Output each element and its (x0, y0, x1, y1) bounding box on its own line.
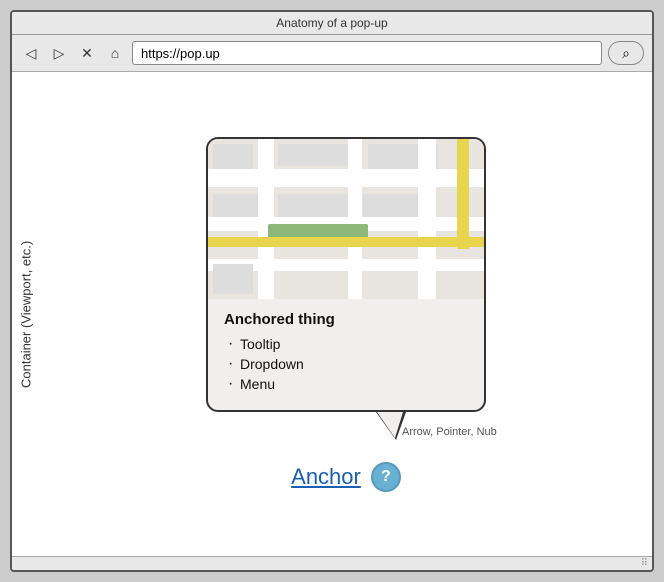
browser-titlebar: Anatomy of a pop-up (12, 12, 652, 35)
map-block (278, 144, 358, 166)
list-item: Tooltip (224, 334, 468, 354)
back-button[interactable]: ◁ (20, 42, 42, 64)
popup-list: Tooltip Dropdown Menu (224, 334, 468, 394)
popup-body: Anchored thing Tooltip Dropdown Menu (208, 299, 484, 410)
anchor-row: Anchor ? (291, 462, 401, 492)
anchor-link[interactable]: Anchor (291, 464, 361, 490)
map-yellow-road (208, 237, 484, 247)
home-button[interactable]: ⌂ (104, 42, 126, 64)
page-title: Anatomy of a pop-up (276, 16, 387, 30)
map-block (213, 264, 253, 294)
main-area: Anchored thing Tooltip Dropdown Menu Arr… (40, 72, 652, 556)
browser-toolbar: ◁ ▷ ✕ ⌂ ⌕ (12, 35, 652, 72)
close-button[interactable]: ✕ (76, 42, 98, 64)
search-icon: ⌕ (622, 45, 630, 62)
address-bar[interactable] (132, 41, 602, 65)
list-item: Menu (224, 374, 468, 394)
map-area (208, 139, 484, 299)
popup-container: Anchored thing Tooltip Dropdown Menu Arr… (206, 137, 486, 492)
container-label: Container (Viewport, etc.) (12, 72, 40, 556)
map-block (213, 144, 253, 169)
map-yellow-road (457, 139, 469, 249)
browser-content: Container (Viewport, etc.) (12, 72, 652, 556)
help-icon[interactable]: ? (371, 462, 401, 492)
browser-window: Anatomy of a pop-up ◁ ▷ ✕ ⌂ ⌕ Container … (10, 10, 654, 572)
popup-box: Anchored thing Tooltip Dropdown Menu (206, 137, 486, 412)
popup-title: Anchored thing (224, 311, 468, 328)
forward-button[interactable]: ▷ (48, 42, 70, 64)
tail-label: Arrow, Pointer, Nub (402, 426, 497, 438)
map-road (208, 169, 484, 187)
search-button[interactable]: ⌕ (608, 41, 644, 65)
popup-tail-wrapper: Arrow, Pointer, Nub (366, 412, 426, 442)
browser-statusbar: ⠿ (12, 556, 652, 570)
resize-grip: ⠿ (641, 558, 648, 569)
list-item: Dropdown (224, 354, 468, 374)
popup-tail-fill (377, 412, 403, 438)
